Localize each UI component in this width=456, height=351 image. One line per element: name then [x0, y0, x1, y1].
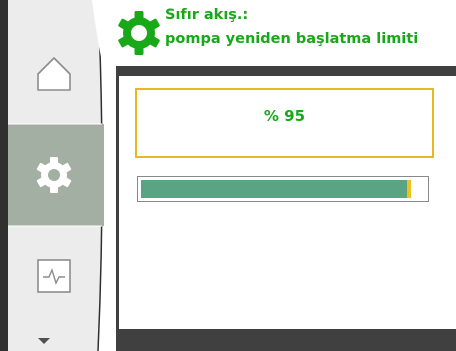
triangle-down-icon[interactable] [36, 336, 52, 346]
house-icon [37, 57, 71, 91]
nav-item-settings[interactable] [8, 124, 100, 226]
value-field[interactable]: % 95 [135, 88, 434, 158]
header-gear-icon [118, 11, 160, 55]
progress-fill [141, 180, 407, 198]
nav-item-home[interactable] [8, 44, 100, 104]
value-display: % 95 [263, 107, 306, 125]
page-title: Sıfır akış.: [165, 7, 249, 23]
page-subtitle: pompa yeniden başlatma limiti [165, 31, 419, 47]
pulse-icon [37, 259, 71, 293]
gear-icon [36, 157, 72, 193]
progress-marker [407, 180, 411, 198]
value-progress-bar [137, 176, 429, 202]
nav-item-monitor[interactable] [8, 246, 100, 306]
